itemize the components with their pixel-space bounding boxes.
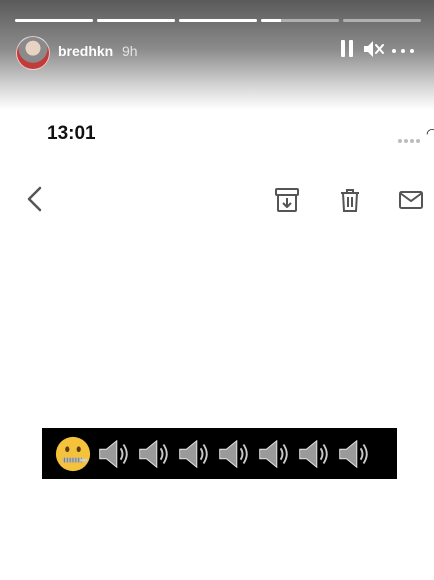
signal-strength-icon (398, 139, 424, 144)
avatar[interactable] (16, 36, 50, 70)
progress-segment (343, 19, 421, 22)
more-options-icon[interactable] (392, 49, 416, 53)
speaker-high-volume-icon (139, 439, 168, 468)
progress-segment (261, 19, 339, 22)
progress-segment (179, 19, 257, 22)
speaker-high-volume-icon (299, 439, 328, 468)
emoji-banner (42, 428, 397, 479)
story-time-ago: 9h (122, 43, 138, 59)
speaker-high-volume-icon (259, 439, 288, 468)
progress-segment (15, 19, 93, 22)
wifi-icon: ◠ (426, 125, 434, 141)
speaker-high-volume-icon (339, 439, 368, 468)
story-progress-bar (15, 19, 421, 22)
story-header: bredhkn 9h (0, 0, 434, 110)
progress-segment (97, 19, 175, 22)
zipper-mouth-face-icon (55, 436, 91, 471)
status-bar-time: 13:01 (47, 123, 96, 144)
speaker-high-volume-icon (219, 439, 248, 468)
pause-icon[interactable] (341, 40, 353, 57)
speaker-high-volume-icon (99, 439, 128, 468)
archive-icon[interactable] (272, 185, 302, 215)
trash-icon[interactable] (335, 185, 365, 215)
speaker-high-volume-icon (179, 439, 208, 468)
mail-icon[interactable] (396, 185, 426, 215)
story-username[interactable]: bredhkn (58, 43, 113, 59)
mute-icon[interactable] (363, 40, 385, 58)
back-arrow-icon[interactable] (22, 184, 52, 214)
